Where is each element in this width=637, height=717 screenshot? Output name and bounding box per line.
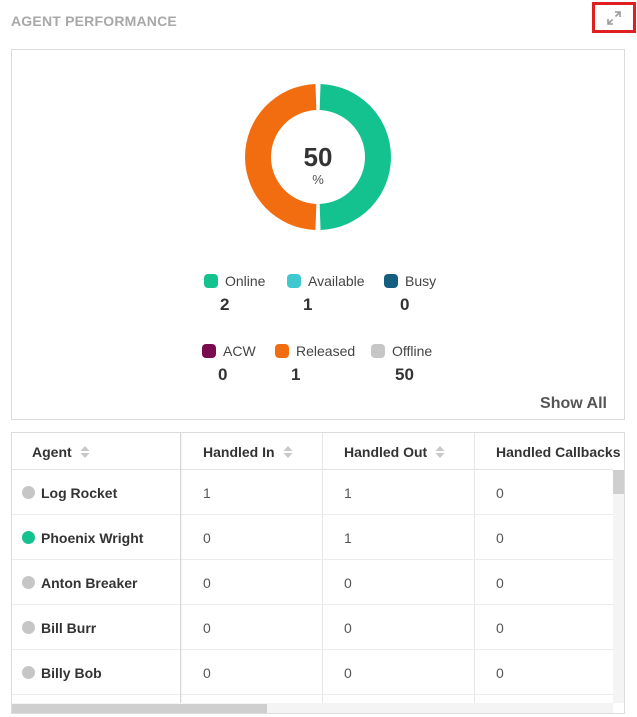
status-dot xyxy=(22,621,35,634)
sort-icon xyxy=(435,445,445,459)
legend-label: ACW xyxy=(223,343,256,359)
frozen-column-border xyxy=(180,433,181,703)
handled-out-cell: 1 xyxy=(344,484,352,501)
status-dot xyxy=(22,666,35,679)
legend-item-available: Available 1 xyxy=(287,273,377,315)
column-header-label: Agent xyxy=(32,443,72,460)
handled-out-cell: 1 xyxy=(344,529,352,546)
agent-name: Anton Breaker xyxy=(41,574,138,591)
horizontal-scrollbar-thumb[interactable] xyxy=(12,704,267,713)
table-header-row: Agent Handled In Handled Out Handled Cal… xyxy=(12,433,621,470)
column-header-agent[interactable]: Agent xyxy=(32,433,90,470)
status-dot xyxy=(22,486,35,499)
legend-count: 1 xyxy=(291,365,301,384)
handled-callbacks-cell: 0 xyxy=(496,484,504,501)
handled-callbacks-cell: 0 xyxy=(496,664,504,681)
agent-name: Billy Bob xyxy=(41,664,102,681)
handled-callbacks-cell: 0 xyxy=(496,619,504,636)
column-header-handled-callbacks[interactable]: Handled Callbacks xyxy=(496,433,621,470)
legend-item-offline: Offline 50 xyxy=(371,343,461,385)
vertical-scrollbar[interactable] xyxy=(613,470,624,703)
legend-swatch xyxy=(275,344,289,358)
handled-callbacks-cell: 0 xyxy=(496,574,504,591)
handled-in-cell: 1 xyxy=(203,484,211,501)
legend-label: Online xyxy=(225,273,266,289)
agent-name-cell: Bill Burr xyxy=(22,605,96,650)
table-row[interactable]: Bill Burr 0 0 0 xyxy=(12,605,613,650)
vertical-scrollbar-thumb[interactable] xyxy=(613,470,624,494)
expand-button[interactable] xyxy=(592,2,636,33)
show-all-link[interactable]: Show All xyxy=(540,395,607,413)
agent-name-cell: Billy Bob xyxy=(22,650,102,695)
column-header-label: Handled Out xyxy=(344,443,428,460)
handled-in-cell: 0 xyxy=(203,574,211,591)
sort-icon xyxy=(283,445,293,459)
legend-count: 0 xyxy=(400,295,410,314)
agent-name-cell: Log Rocket xyxy=(22,470,117,515)
legend-label: Offline xyxy=(392,343,433,359)
table-row[interactable]: Anton Breaker 0 0 0 xyxy=(12,560,613,605)
legend-label: Available xyxy=(308,273,365,289)
legend-count: 2 xyxy=(220,295,230,314)
handled-out-cell: 0 xyxy=(344,574,352,591)
column-header-label: Handled Callbacks xyxy=(496,443,621,460)
handled-in-cell: 0 xyxy=(203,664,211,681)
legend-swatch xyxy=(287,274,301,288)
table-row[interactable]: Log Rocket 1 1 0 xyxy=(12,470,613,515)
column-header-handled-in[interactable]: Handled In xyxy=(203,433,293,470)
legend-swatch xyxy=(371,344,385,358)
sort-icon xyxy=(80,445,90,459)
column-header-label: Handled In xyxy=(203,443,275,460)
agent-name-cell: Anton Breaker xyxy=(22,560,137,605)
donut-center-unit: % xyxy=(312,172,324,187)
legend-swatch xyxy=(384,274,398,288)
agent-name: Bill Burr xyxy=(41,619,97,636)
table-row[interactable]: Billy Bob 0 0 0 xyxy=(12,650,613,695)
legend-swatch xyxy=(202,344,216,358)
legend-item-online: Online 2 xyxy=(204,273,294,315)
legend-count: 1 xyxy=(303,295,313,314)
handled-out-cell: 0 xyxy=(344,664,352,681)
agent-name: Log Rocket xyxy=(41,484,118,501)
status-dot xyxy=(22,531,35,544)
legend-item-busy: Busy 0 xyxy=(384,273,474,315)
handled-in-cell: 0 xyxy=(203,619,211,636)
legend-item-released: Released 1 xyxy=(275,343,365,385)
legend-label: Busy xyxy=(405,273,437,289)
agent-name-cell: Phoenix Wright xyxy=(22,515,143,560)
agent-name: Phoenix Wright xyxy=(41,529,144,546)
status-chart-card: 50 % Online 2 Available 1 Busy 0 ACW 0 R… xyxy=(11,49,625,420)
handled-in-cell: 0 xyxy=(203,529,211,546)
column-header-handled-out[interactable]: Handled Out xyxy=(344,433,445,470)
expand-arrows-icon xyxy=(607,10,621,25)
legend-label: Released xyxy=(296,343,356,359)
handled-callbacks-cell: 0 xyxy=(496,529,504,546)
agent-table: Agent Handled In Handled Out Handled Cal… xyxy=(11,432,625,714)
legend-swatch xyxy=(204,274,218,288)
handled-out-cell: 0 xyxy=(344,619,352,636)
legend-count: 50 xyxy=(395,365,414,384)
status-dot xyxy=(22,576,35,589)
widget-title: AGENT PERFORMANCE xyxy=(11,13,177,29)
table-row[interactable]: Phoenix Wright 0 1 0 xyxy=(12,515,613,560)
donut-center-value: 50 xyxy=(303,142,333,172)
